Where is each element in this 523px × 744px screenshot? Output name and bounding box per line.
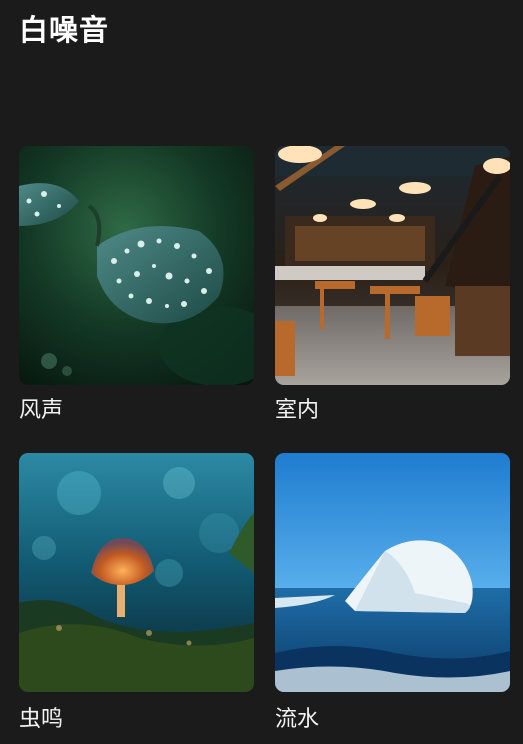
sound-label-water: 流水 [275, 707, 320, 732]
sound-card-wind[interactable]: 风声 [19, 146, 254, 423]
page-title: 白噪音 [19, 13, 110, 47]
sound-label-insects: 虫鸣 [19, 707, 64, 732]
sound-label-indoor: 室内 [275, 398, 320, 423]
sound-card-indoor[interactable]: 室内 [275, 146, 510, 423]
cafe-interior-image[interactable] [275, 146, 510, 385]
sound-label-wind: 风声 [19, 398, 64, 423]
iceberg-ocean-image[interactable] [275, 453, 510, 692]
glowing-mushroom-image[interactable] [19, 453, 254, 692]
leaf-raindrops-image[interactable] [19, 146, 254, 385]
sound-card-water[interactable]: 流水 [275, 453, 510, 732]
sound-card-insects[interactable]: 虫鸣 [19, 453, 254, 732]
